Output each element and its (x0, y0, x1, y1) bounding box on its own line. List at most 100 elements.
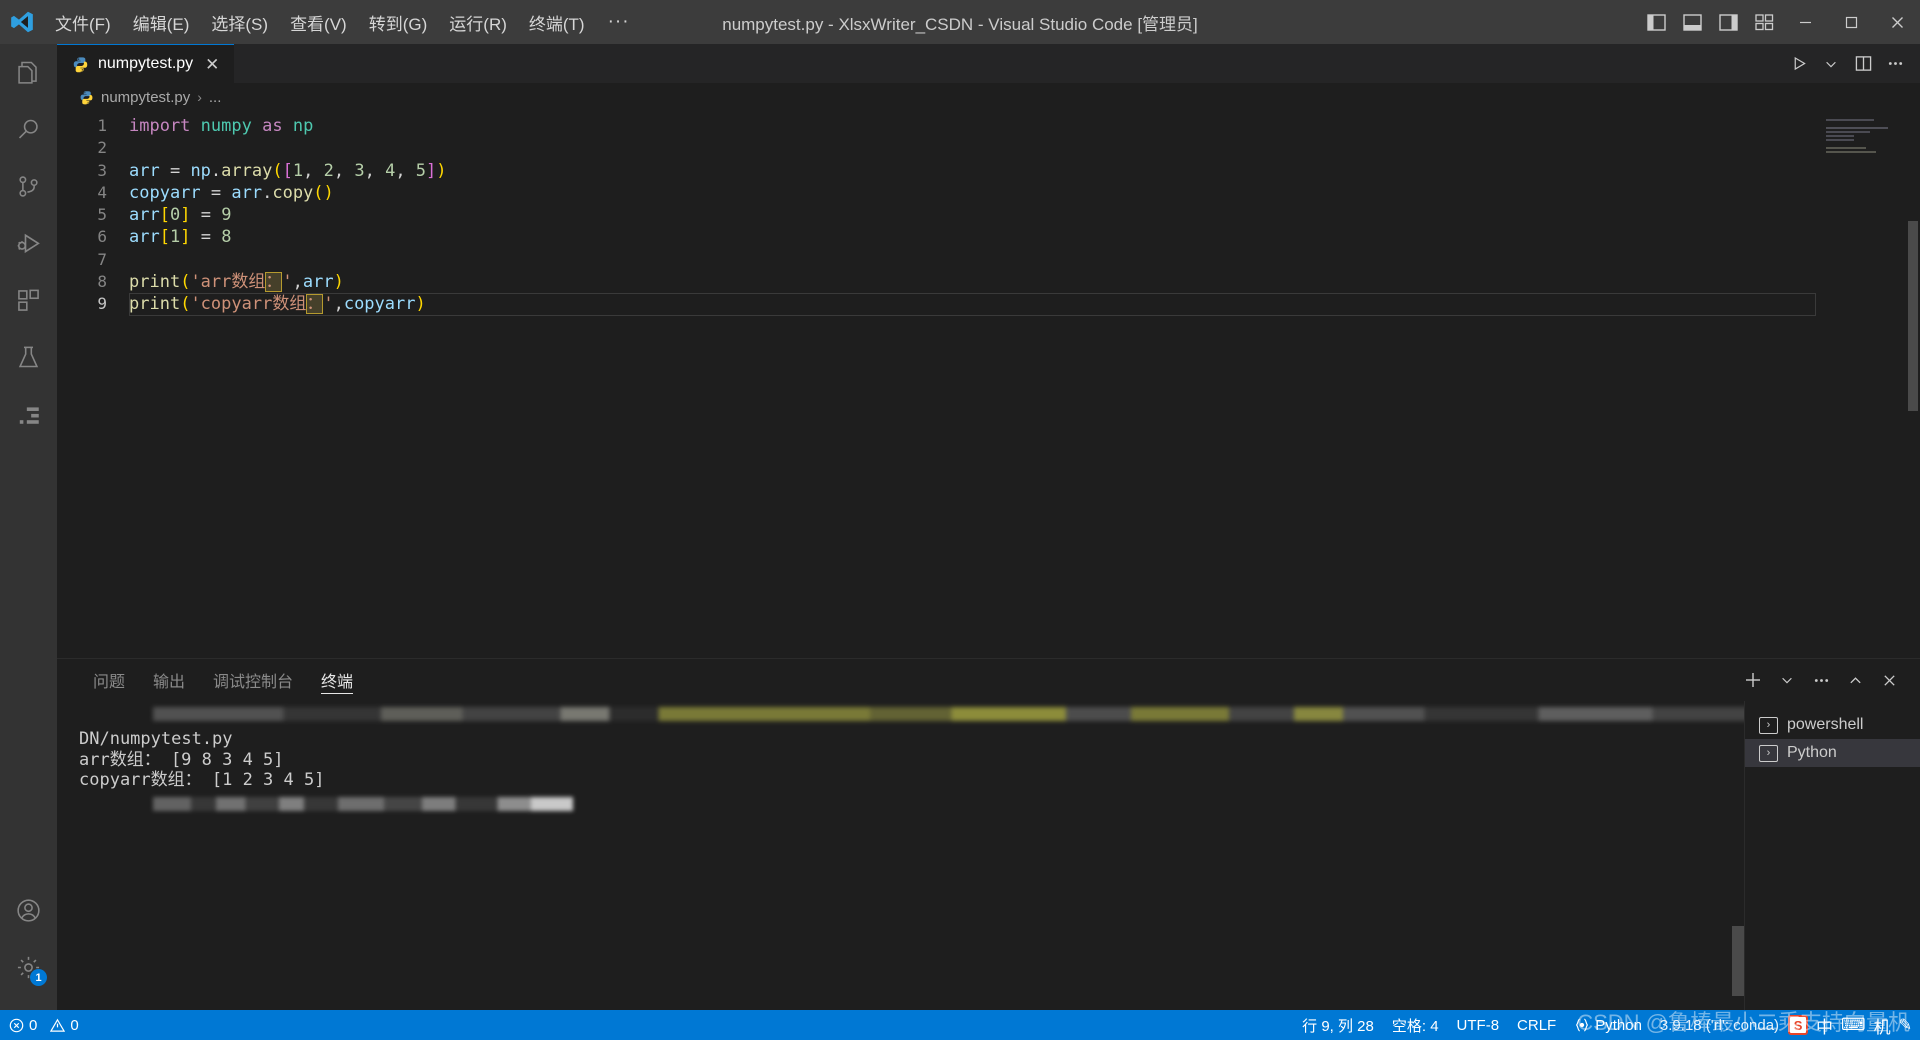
menu-go[interactable]: 转到(G) (358, 6, 439, 39)
code-text[interactable]: arr[1] = 8 (129, 226, 231, 248)
extensions-icon[interactable] (0, 272, 57, 329)
pen-icon[interactable]: ✎ (1899, 1015, 1912, 1035)
code-text[interactable]: print('copyarr数组：',copyarr) (129, 293, 426, 315)
menu-bar[interactable]: 文件(F) 编辑(E) 选择(S) 查看(V) 转到(G) 运行(R) 终端(T… (44, 6, 642, 39)
highlighted-token: ： (265, 272, 283, 293)
breadcrumb[interactable]: numpytest.py › ... (57, 83, 1920, 111)
terminal-item-python[interactable]: › Python (1745, 739, 1920, 767)
tab-numpytest-py[interactable]: numpytest.py ✕ (57, 44, 235, 83)
code-token: 9 (221, 205, 232, 226)
window-close-button[interactable] (1874, 0, 1920, 44)
code-line[interactable]: 7 (57, 249, 1920, 271)
toggle-secondary-sidebar-icon[interactable] (1710, 0, 1746, 44)
chevron-down-icon[interactable] (1772, 659, 1802, 701)
code-line[interactable]: 6 arr[1] = 8 (57, 226, 1920, 248)
code-lines[interactable]: 1 import numpy as np 2 3 arr = np.array([1, … (57, 111, 1920, 316)
code-editor[interactable]: 1 import numpy as np 2 3 arr = np.array([1, … (57, 111, 1920, 658)
ime-extra-label[interactable]: 机 (1874, 1013, 1891, 1038)
tab-label: numpytest.py (98, 55, 194, 72)
menu-selection[interactable]: 选择(S) (200, 6, 279, 39)
eol[interactable]: CRLF (1508, 1010, 1565, 1040)
errors-count[interactable]: 0 0 (0, 1010, 88, 1040)
panel-tab-terminal[interactable]: 终端 (307, 659, 367, 701)
code-line[interactable]: 1 import numpy as np (57, 115, 1920, 137)
editor-more-actions-icon[interactable] (1880, 44, 1910, 83)
terminal-output[interactable]: DN/numpytest.py arr数组： [9 8 3 4 5] copya… (57, 701, 1744, 1010)
code-token: arr (231, 182, 263, 203)
run-and-debug-icon[interactable] (0, 215, 57, 272)
title-bar-actions (1638, 0, 1920, 44)
split-editor-icon[interactable] (1848, 44, 1878, 83)
code-text[interactable]: print('arr数组：',arr) (129, 271, 344, 293)
editor-group: numpytest.py ✕ numpytest.py › ... 1 impo… (57, 44, 1920, 1010)
code-line[interactable]: 5 arr[0] = 9 (57, 204, 1920, 226)
code-token: ] (426, 160, 437, 181)
language-mode[interactable]: Python (1565, 1010, 1651, 1040)
code-line[interactable]: 9 print('copyarr数组：',copyarr) (57, 293, 1920, 316)
customize-layout-icon[interactable] (1746, 0, 1782, 44)
run-play-icon[interactable] (1784, 44, 1814, 83)
redacted-line-top (153, 707, 1744, 721)
toggle-panel-icon[interactable] (1674, 0, 1710, 44)
line-number: 4 (97, 182, 107, 202)
window-minimize-button[interactable] (1782, 0, 1828, 44)
indentation[interactable]: 空格: 4 (1383, 1010, 1448, 1040)
breadcrumb-trailing[interactable]: ... (209, 89, 222, 106)
code-token: ) (333, 272, 344, 293)
menu-run[interactable]: 运行(R) (438, 6, 518, 39)
menu-terminal[interactable]: 终端(T) (518, 6, 596, 39)
close-icon[interactable] (1874, 659, 1904, 701)
chevron-down-icon[interactable] (1816, 44, 1846, 83)
testing-beaker-icon[interactable] (0, 329, 57, 386)
encoding[interactable]: UTF-8 (1448, 1010, 1509, 1040)
cursor-position[interactable]: 行 9, 列 28 (1293, 1010, 1383, 1040)
editor-scrollbar-thumb[interactable] (1908, 221, 1918, 411)
terminal-item-powershell[interactable]: › powershell (1745, 711, 1920, 739)
terminal-line-2: arr数组： [9 8 3 4 5] (79, 749, 284, 770)
remote-explorer-icon[interactable] (0, 386, 57, 443)
code-token: ( (180, 294, 191, 315)
breadcrumb-separator-icon: › (197, 89, 202, 105)
menu-view[interactable]: 查看(V) (279, 6, 358, 39)
code-token: print (129, 294, 181, 315)
code-line[interactable]: 4 copyarr = arr.copy() (57, 182, 1920, 204)
editor-vertical-scrollbar[interactable] (1906, 111, 1920, 658)
chevron-up-icon[interactable] (1840, 659, 1870, 701)
code-line[interactable]: 3 arr = np.array([1, 2, 3, 4, 5]) (57, 160, 1920, 182)
new-terminal-plus-icon[interactable] (1738, 659, 1768, 701)
accounts-icon[interactable] (0, 882, 57, 939)
toggle-primary-sidebar-icon[interactable] (1638, 0, 1674, 44)
code-text[interactable]: import numpy as np (129, 115, 313, 137)
window-maximize-button[interactable] (1828, 0, 1874, 44)
terminal-item-label: Python (1787, 744, 1837, 761)
code-token: . (262, 182, 273, 203)
code-text[interactable]: copyarr = arr.copy() (129, 182, 334, 204)
panel-tab-problems[interactable]: 问题 (79, 659, 139, 701)
code-line[interactable]: 2 (57, 137, 1920, 159)
breadcrumb-file[interactable]: numpytest.py (101, 89, 190, 106)
keyboard-icon[interactable]: ⌨ (1841, 1015, 1866, 1035)
panel-tab-debug-console[interactable]: 调试控制台 (199, 659, 307, 701)
terminal-scrollbar-thumb[interactable] (1732, 926, 1744, 996)
code-token: ) (436, 160, 447, 181)
menu-edit[interactable]: 编辑(E) (122, 6, 201, 39)
panel-more-actions-icon[interactable] (1806, 659, 1836, 701)
ime-lang-label[interactable]: 中 (1816, 1013, 1833, 1038)
code-line[interactable]: 8 print('arr数组：',arr) (57, 271, 1920, 293)
tab-close-icon[interactable]: ✕ (202, 56, 222, 73)
settings-gear-icon[interactable]: 1 (0, 939, 57, 996)
menu-file[interactable]: 文件(F) (44, 6, 122, 39)
search-icon[interactable] (0, 101, 57, 158)
code-text[interactable]: arr = np.array([1, 2, 3, 4, 5]) (129, 160, 447, 182)
files-explorer-icon[interactable] (0, 44, 57, 101)
terminal-line-3: copyarr数组： [1 2 3 4 5] (79, 770, 325, 790)
python-interpreter[interactable]: 3.9.18 ('rl': conda) (1651, 1010, 1788, 1040)
panel-tab-output[interactable]: 输出 (139, 659, 199, 701)
menu-overflow-icon[interactable]: ··· (596, 9, 642, 35)
source-control-icon[interactable] (0, 158, 57, 215)
python-file-icon (79, 90, 94, 105)
sogou-ime-icon[interactable]: S (1788, 1015, 1809, 1035)
code-text[interactable]: arr[0] = 9 (129, 204, 231, 226)
terminal-instances-list[interactable]: › powershell › Python (1744, 701, 1920, 1010)
